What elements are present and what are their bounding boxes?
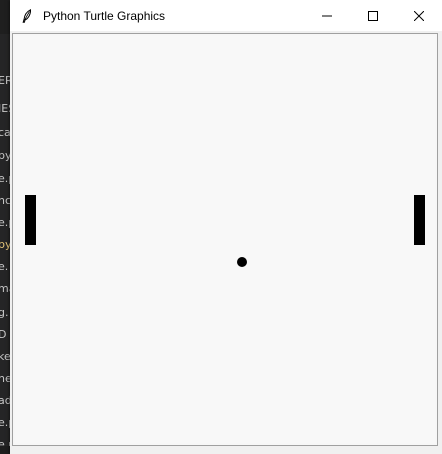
title-bar[interactable]: Python Turtle Graphics <box>10 0 442 31</box>
canvas-frame <box>12 33 438 446</box>
feather-icon <box>20 8 34 23</box>
minimize-icon <box>322 15 332 16</box>
left-paddle <box>25 195 36 245</box>
close-button[interactable] <box>396 0 442 31</box>
turtle-canvas[interactable] <box>15 36 435 443</box>
maximize-icon <box>368 10 378 21</box>
maximize-button[interactable] <box>350 0 396 31</box>
turtle-window: Python Turtle Graphics <box>10 0 442 454</box>
close-icon <box>414 10 424 21</box>
bg-sidebar-text: D <box>0 328 7 341</box>
ball <box>237 257 247 267</box>
window-title: Python Turtle Graphics <box>43 8 166 23</box>
bg-sidebar-text: g. <box>0 306 9 319</box>
minimize-button[interactable] <box>304 0 350 31</box>
window-controls <box>304 0 442 31</box>
right-paddle <box>414 195 425 245</box>
bg-sidebar-text: e. <box>0 260 9 273</box>
